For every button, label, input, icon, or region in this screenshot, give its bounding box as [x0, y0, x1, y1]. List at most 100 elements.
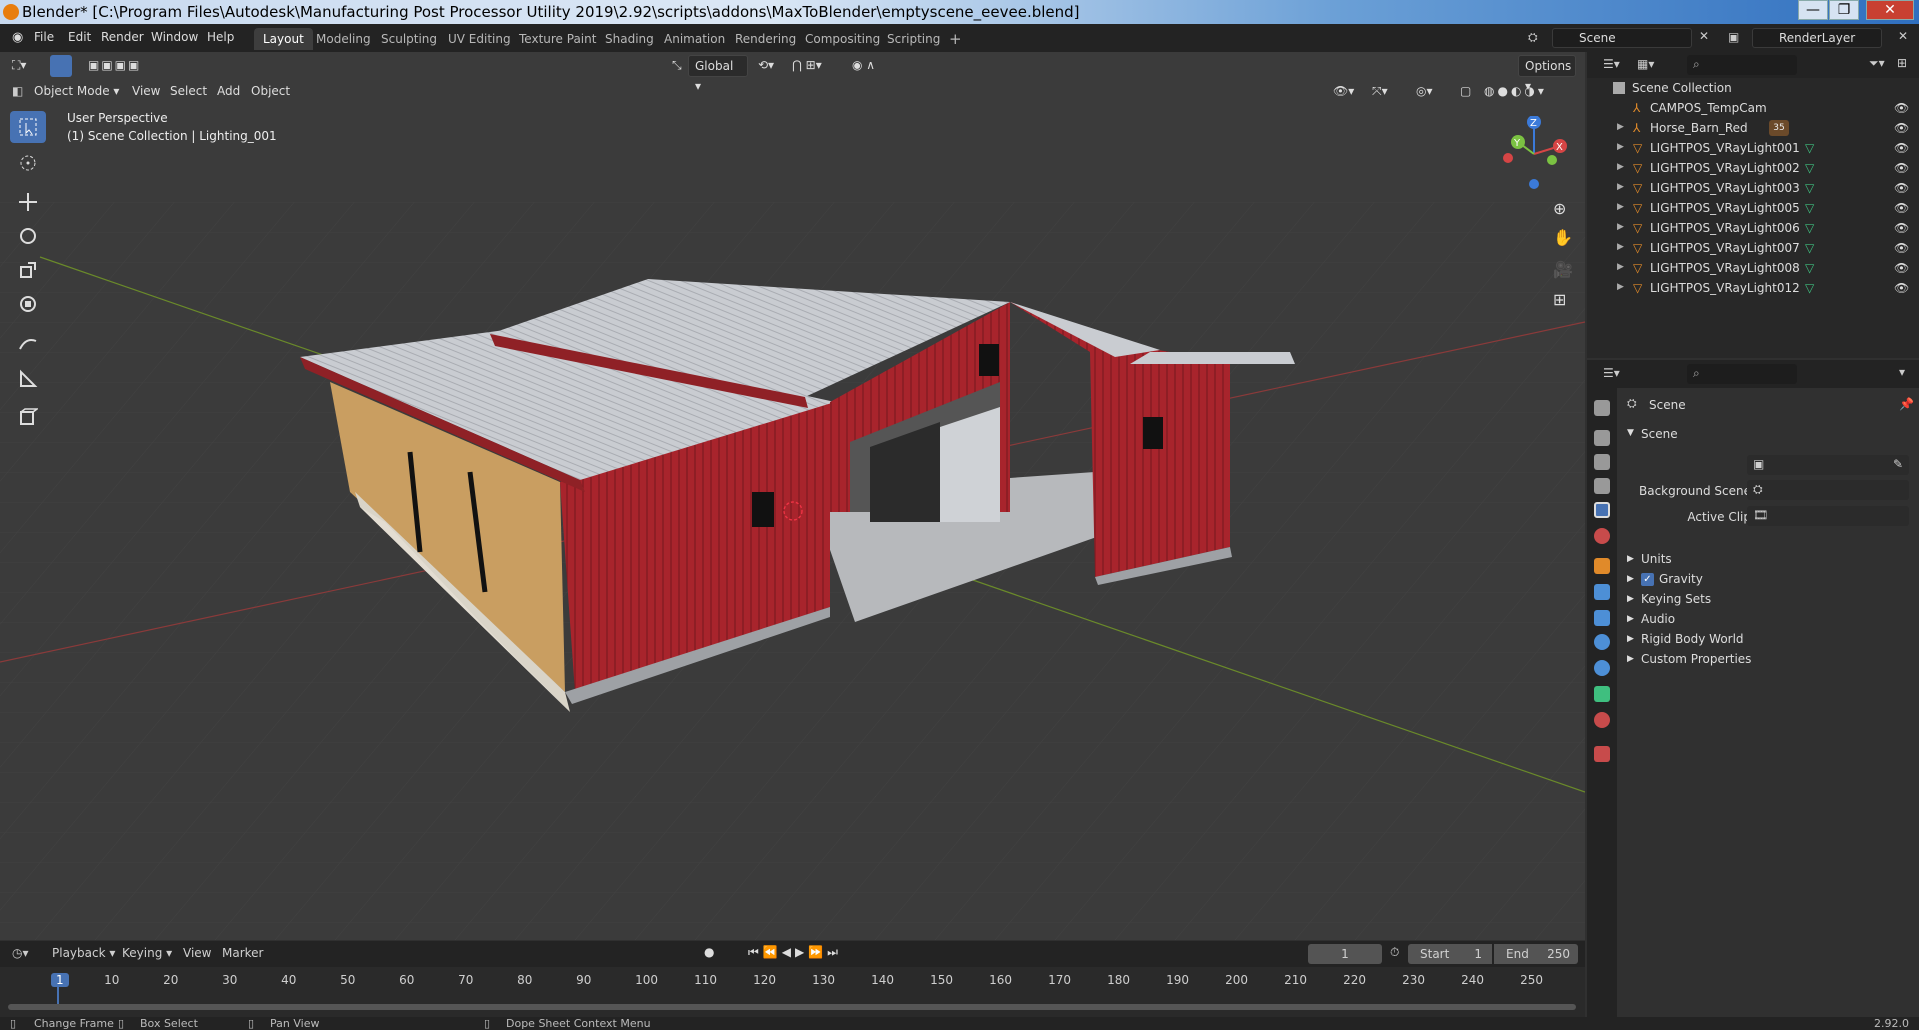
tab-sculpting[interactable]: Sculpting: [372, 28, 446, 50]
timeline-menu-marker[interactable]: Marker: [222, 946, 263, 960]
annotate-tool[interactable]: [10, 327, 46, 359]
expand-arrow-icon[interactable]: ▶: [1617, 222, 1624, 232]
new-collection-icon[interactable]: ⊞: [1897, 56, 1907, 70]
xray-icon[interactable]: ▢: [1460, 84, 1471, 98]
minimize-button[interactable]: —: [1798, 0, 1828, 20]
outliner-row[interactable]: ▶ ▽ LIGHTPOS_VRayLight007 ▽ 👁: [1587, 238, 1919, 258]
expand-arrow-icon[interactable]: ▶: [1617, 282, 1624, 292]
section-header[interactable]: Audio: [1641, 612, 1675, 626]
outliner-row[interactable]: ▶ ▽ LIGHTPOS_VRayLight005 ▽ 👁: [1587, 198, 1919, 218]
timeline-editor-icon[interactable]: ◷▾: [12, 946, 29, 960]
mesh-data-icon[interactable]: ▽: [1805, 141, 1814, 155]
panel-scene-title[interactable]: Scene: [1641, 427, 1678, 441]
mesh-data-icon[interactable]: ▽: [1805, 201, 1814, 215]
timeline-menu-playback[interactable]: Playback ▾: [52, 946, 115, 960]
tab-constraints-icon[interactable]: [1594, 660, 1610, 676]
outliner-row[interactable]: ▶ ▽ LIGHTPOS_VRayLight008 ▽ 👁: [1587, 258, 1919, 278]
visibility-eye-icon[interactable]: 👁: [1894, 201, 1909, 215]
menu-render[interactable]: Render: [101, 30, 144, 44]
ortho-grid-icon[interactable]: ⊞: [1553, 290, 1566, 309]
tab-object-icon[interactable]: [1594, 558, 1610, 574]
close-render-layer-icon[interactable]: ✕: [1898, 29, 1908, 43]
eyedropper-icon[interactable]: ✎: [1893, 457, 1903, 471]
measure-tool[interactable]: [10, 363, 46, 395]
outliner-row[interactable]: ▶ ▽ LIGHTPOS_VRayLight012 ▽ 👁: [1587, 278, 1919, 298]
camera-view-icon[interactable]: 🎥: [1553, 260, 1573, 279]
gizmo-toggle-icon[interactable]: ⤧▾: [1372, 84, 1388, 99]
viewport-menu-select[interactable]: Select: [170, 84, 207, 98]
move-tool[interactable]: [10, 186, 46, 218]
expand-arrow-icon[interactable]: ▶: [1617, 242, 1624, 252]
tab-shading[interactable]: Shading: [596, 28, 663, 50]
maximize-button[interactable]: ❐: [1829, 0, 1859, 20]
background-scene-field[interactable]: ⛭: [1747, 480, 1909, 500]
outliner-row-scene-collection[interactable]: Scene Collection: [1587, 78, 1919, 98]
cursor-tool[interactable]: [10, 147, 46, 179]
tab-world-icon[interactable]: [1594, 528, 1610, 544]
shading-mode-icons[interactable]: ◍●◐◑▾: [1484, 84, 1547, 98]
visibility-eye-icon[interactable]: 👁: [1894, 141, 1909, 155]
mesh-data-icon[interactable]: ▽: [1805, 261, 1814, 275]
display-mode-icon[interactable]: ▦▾: [1637, 57, 1654, 71]
record-icon[interactable]: ●: [704, 945, 714, 959]
camera-field[interactable]: ▣ ✎: [1747, 455, 1909, 475]
snap-icon[interactable]: ⋂ ⊞▾: [792, 58, 822, 72]
section-expand-icon[interactable]: ▶: [1627, 594, 1634, 604]
playhead-frame[interactable]: 1: [51, 973, 69, 987]
mesh-data-icon[interactable]: ▽: [1805, 161, 1814, 175]
playhead-line[interactable]: [57, 987, 59, 1005]
section-expand-icon[interactable]: ▶: [1627, 614, 1634, 624]
visibility-eye-icon[interactable]: 👁: [1894, 221, 1909, 235]
tab-data-icon[interactable]: [1594, 686, 1610, 702]
viewport-menu-add[interactable]: Add: [217, 84, 240, 98]
tab-layout[interactable]: Layout: [254, 28, 313, 50]
visibility-eye-icon[interactable]: 👁: [1894, 101, 1909, 115]
mesh-data-icon[interactable]: ▽: [1805, 181, 1814, 195]
close-scene-icon[interactable]: ✕: [1699, 29, 1709, 43]
add-workspace-button[interactable]: +: [940, 28, 971, 50]
zoom-icon[interactable]: ⊕: [1553, 199, 1566, 218]
tab-output-icon[interactable]: [1594, 454, 1610, 470]
expand-arrow-icon[interactable]: ▶: [1617, 122, 1624, 132]
3d-viewport[interactable]: ⛶▾ ▣▣▣▣ ⤡ Global ▾ ⟲▾ ⋂ ⊞▾ ◉ ∧ Options ▾…: [0, 52, 1585, 940]
outliner-row[interactable]: ▶ ▽ LIGHTPOS_VRayLight002 ▽ 👁: [1587, 158, 1919, 178]
scene-selector[interactable]: Scene: [1552, 28, 1692, 48]
tab-scene-icon[interactable]: [1594, 502, 1610, 518]
properties-search-input[interactable]: ⌕: [1687, 364, 1797, 384]
mesh-data-icon[interactable]: ▽: [1805, 281, 1814, 295]
expand-arrow-icon[interactable]: ▶: [1617, 262, 1624, 272]
section-header[interactable]: Gravity: [1659, 572, 1703, 586]
editor-type-icon[interactable]: ⛶▾: [12, 58, 26, 73]
viewport-menu-object[interactable]: Object: [251, 84, 290, 98]
rotate-tool[interactable]: [10, 220, 46, 252]
stopwatch-icon[interactable]: ⏱: [1390, 945, 1399, 960]
close-window-button[interactable]: ✕: [1866, 0, 1914, 20]
add-cube-tool[interactable]: [10, 401, 46, 433]
timeline-menu-view[interactable]: View: [183, 946, 211, 960]
menu-window[interactable]: Window: [151, 30, 198, 44]
expand-arrow-icon[interactable]: ▶: [1617, 182, 1624, 192]
section-expand-icon[interactable]: ▶: [1627, 634, 1634, 644]
render-layer-selector[interactable]: RenderLayer: [1752, 28, 1882, 48]
transform-orientation-dropdown[interactable]: Global ▾: [688, 55, 748, 93]
end-frame-field[interactable]: End 250: [1494, 944, 1578, 964]
blender-menu-icon[interactable]: ◉: [12, 30, 23, 45]
outliner-row[interactable]: ▶ ▽ LIGHTPOS_VRayLight006 ▽ 👁: [1587, 218, 1919, 238]
section-header[interactable]: Custom Properties: [1641, 652, 1751, 666]
tab-uv-editing[interactable]: UV Editing: [439, 28, 520, 50]
pin-icon[interactable]: 📌: [1899, 397, 1914, 411]
gravity-checkbox[interactable]: ✓: [1641, 573, 1654, 586]
section-expand-icon[interactable]: ▶: [1627, 654, 1634, 664]
start-frame-field[interactable]: Start 1: [1408, 944, 1492, 964]
outliner-row[interactable]: ▶ ⅄ Horse_Barn_Red 35 👁: [1587, 118, 1919, 138]
options-dropdown[interactable]: Options ▾: [1518, 55, 1576, 93]
visibility-eye-icon[interactable]: 👁: [1894, 161, 1909, 175]
select-mode-button[interactable]: [50, 55, 72, 77]
expand-arrow-icon[interactable]: ▶: [1617, 162, 1624, 172]
panel-expand-icon[interactable]: ▼: [1627, 428, 1634, 438]
section-header[interactable]: Units: [1641, 552, 1672, 566]
mesh-data-icon[interactable]: ▽: [1805, 221, 1814, 235]
tab-compositing[interactable]: Compositing: [796, 28, 889, 50]
menu-file[interactable]: File: [34, 30, 54, 44]
outliner-editor-icon[interactable]: ☰▾: [1603, 57, 1620, 71]
